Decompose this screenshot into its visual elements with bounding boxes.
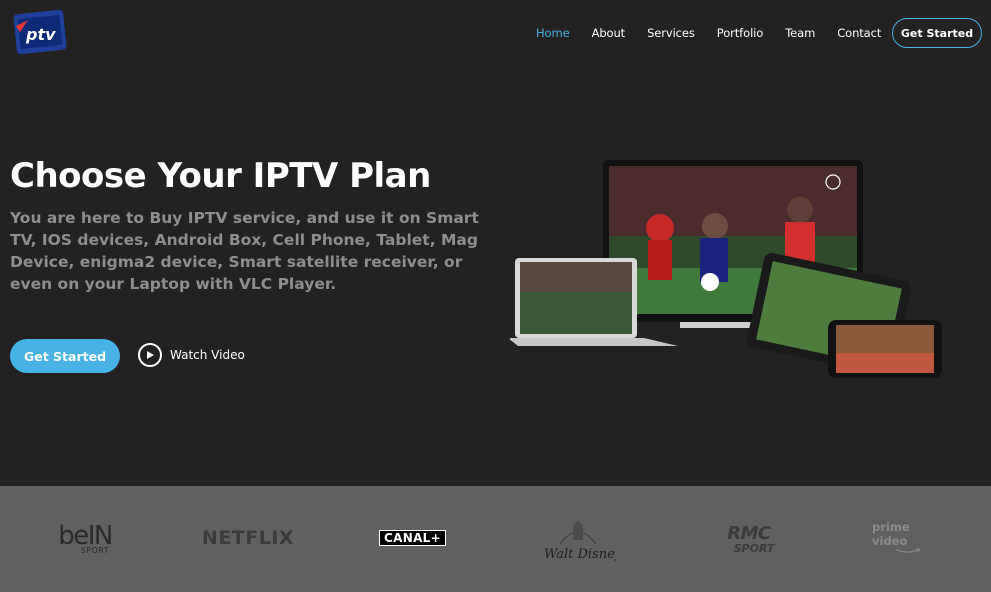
nav-about[interactable]: About bbox=[592, 26, 626, 40]
main-nav: Home About Services Portfolio Team Conta… bbox=[536, 26, 903, 40]
nav-home[interactable]: Home bbox=[536, 26, 570, 40]
watch-video-label: Watch Video bbox=[170, 348, 245, 362]
svg-text:ptv: ptv bbox=[25, 25, 56, 44]
brand-logos-strip: beIN SPORT NETFLIX CANAL+ Walt Disney RM… bbox=[0, 486, 991, 592]
logo[interactable]: ptv bbox=[12, 8, 68, 56]
nav-team[interactable]: Team bbox=[785, 26, 815, 40]
nav-portfolio[interactable]: Portfolio bbox=[717, 26, 764, 40]
devices-showcase-image bbox=[508, 158, 950, 383]
walt-disney-logo: Walt Disney bbox=[540, 520, 616, 564]
hero-subtitle: You are here to Buy IPTV service, and us… bbox=[10, 209, 479, 293]
svg-text:Walt Disney: Walt Disney bbox=[544, 547, 616, 562]
netflix-logo: NETFLIX bbox=[201, 527, 295, 549]
hero-title: Choose Your IPTV Plan bbox=[10, 156, 431, 196]
hero-get-started-button[interactable]: Get Started bbox=[10, 339, 120, 373]
prime-video-logo: prime video bbox=[872, 520, 944, 554]
bein-sport-logo: beIN SPORT bbox=[58, 521, 113, 555]
nav-services[interactable]: Services bbox=[647, 26, 695, 40]
play-icon bbox=[138, 343, 162, 367]
rmc-sport-logo: RMC SPORT bbox=[727, 522, 775, 555]
watch-video-link[interactable]: Watch Video bbox=[138, 343, 245, 367]
canal-plus-logo: CANAL+ bbox=[379, 530, 446, 546]
header-get-started-button[interactable]: Get Started bbox=[892, 18, 982, 48]
nav-contact[interactable]: Contact bbox=[837, 26, 881, 40]
